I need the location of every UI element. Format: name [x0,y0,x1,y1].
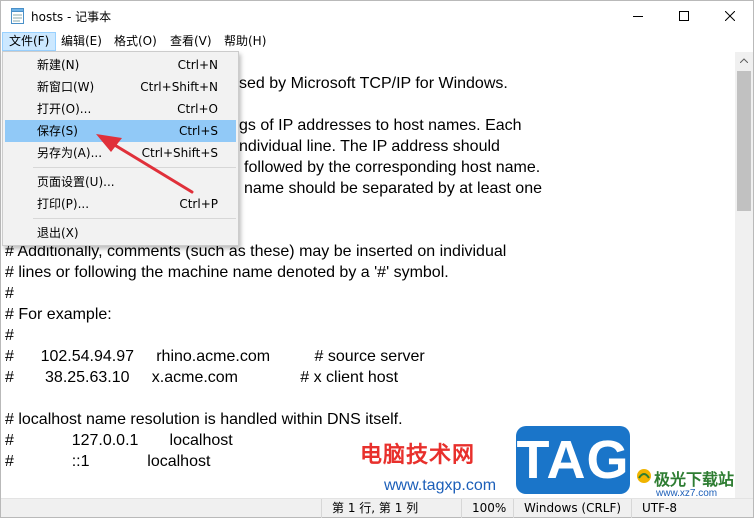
menu-item-shortcut: Ctrl+Shift+S [141,146,218,160]
maximize-button[interactable] [661,1,707,31]
notepad-icon [11,8,24,24]
close-icon [725,11,735,21]
editor-line: # [5,327,14,344]
menu-bar: 文件(F) 编辑(E) 格式(O) 查看(V) 帮助(H) [1,31,753,52]
editor-line: # 38.25.63.10 x.acme.com # x client host [5,369,399,386]
menu-separator [33,218,236,219]
menu-item-shortcut: Ctrl+N [177,58,218,72]
editor-line: # For example: [5,306,112,323]
watermark-logo-en: www.xz7.com [656,488,718,499]
menu-item-label: 保存(S) [37,124,78,138]
editor-line: sed by Microsoft TCP/IP for Windows. [239,75,508,92]
menu-separator [33,167,236,168]
editor-line: name should be separated by at least one [244,180,542,197]
watermark-tag-logo: TAG [516,426,630,494]
editor-line: followed by the corresponding host name. [244,159,541,176]
editor-line: # ::1 localhost [5,453,211,470]
menu-item-save[interactable]: 保存(S) Ctrl+S [5,120,236,142]
window-title: hosts - 记事本 [31,10,112,24]
status-bar: 第 1 行, 第 1 列 100% Windows (CRLF) UTF-8 [1,498,753,518]
menu-item-label: 另存为(A)... [37,146,103,160]
editor-line: gs of IP addresses to host names. Each [239,117,522,134]
editor-line: ndividual line. The IP address should [239,138,500,155]
close-button[interactable] [707,1,753,31]
menu-item-shortcut: Ctrl+S [178,124,218,138]
watermark-logo-cn: 极光下载站 [654,470,735,489]
menu-item-shortcut: Ctrl+O [177,102,218,116]
menu-file[interactable]: 文件(F) [2,32,57,51]
line-ending: Windows (CRLF) [513,499,631,518]
menu-item-label: 打开(O)... [37,102,92,116]
menu-item-label: 打印(P)... [37,197,90,211]
menu-item-shortcut: Ctrl+Shift+N [140,80,218,94]
editor-line: # localhost name resolution is handled w… [5,411,403,428]
chevron-up-icon [740,58,748,63]
zoom-level: 100% [461,499,513,518]
scroll-up-arrow[interactable] [735,52,753,69]
minimize-icon [633,16,643,17]
editor-line: # [5,285,14,302]
menu-item-new-window[interactable]: 新窗口(W) Ctrl+Shift+N [5,76,236,98]
aurora-logo-icon [637,469,651,483]
menu-edit[interactable]: 编辑(E) [55,32,108,51]
watermark-brand-logo: 极光下载站 www.xz7.com [636,466,748,499]
menu-item-open[interactable]: 打开(O)... Ctrl+O [5,98,236,120]
menu-item-save-as[interactable]: 另存为(A)... Ctrl+Shift+S [5,142,236,164]
cursor-position: 第 1 行, 第 1 列 [321,499,461,518]
menu-item-label: 页面设置(U)... [37,175,115,189]
encoding: UTF-8 [631,499,753,518]
maximize-icon [679,11,689,21]
menu-format[interactable]: 格式(O) [108,32,163,51]
file-menu-dropdown: 新建(N) Ctrl+N 新窗口(W) Ctrl+Shift+N 打开(O)..… [2,51,239,246]
menu-item-shortcut: Ctrl+P [179,197,218,211]
menu-item-label: 新建(N) [37,58,80,72]
menu-item-new[interactable]: 新建(N) Ctrl+N [5,54,236,76]
menu-item-page-setup[interactable]: 页面设置(U)... [5,171,236,193]
vertical-scrollbar[interactable] [735,52,753,498]
menu-help[interactable]: 帮助(H) [218,32,272,51]
editor-line: # lines or following the machine name de… [5,264,449,281]
editor-line: # 127.0.0.1 localhost [5,432,233,449]
watermark-site-name: 电脑技术网 [360,443,476,468]
menu-item-label: 新窗口(W) [37,80,95,94]
watermark-url: www.tagxp.com [384,477,497,494]
editor-line: # 102.54.94.97 rhino.acme.com # source s… [5,348,425,365]
minimize-button[interactable] [615,1,661,31]
menu-item-exit[interactable]: 退出(X) [5,222,236,244]
title-bar[interactable]: hosts - 记事本 [1,1,753,31]
menu-view[interactable]: 查看(V) [164,32,218,51]
scroll-thumb[interactable] [737,71,751,211]
menu-item-label: 退出(X) [37,226,79,240]
menu-item-print[interactable]: 打印(P)... Ctrl+P [5,193,236,215]
